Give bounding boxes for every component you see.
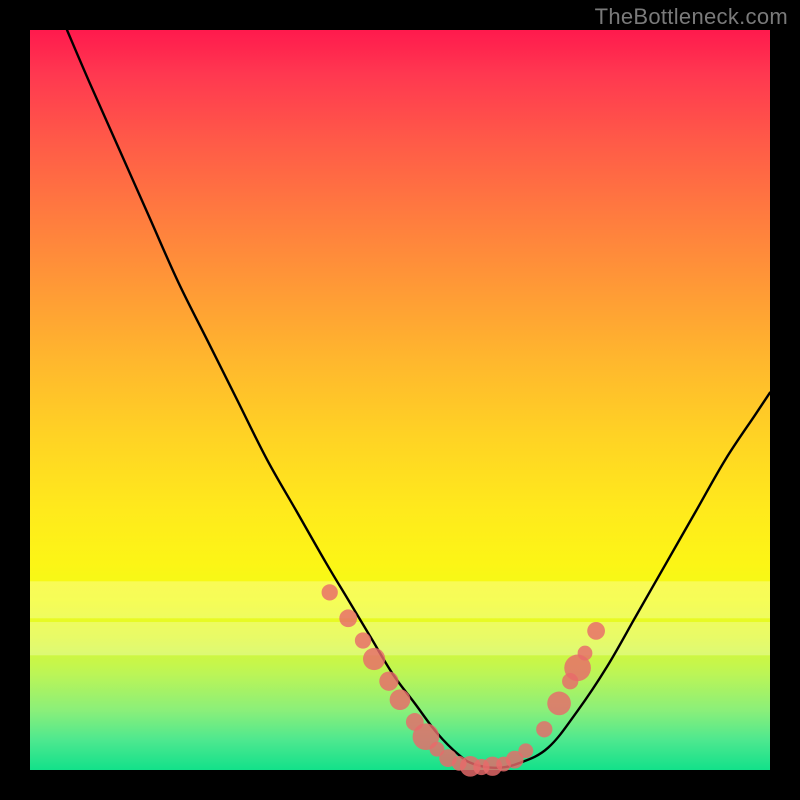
haze-band — [30, 581, 770, 618]
marker-dot — [518, 743, 533, 758]
marker-dot — [536, 721, 552, 737]
bottleneck-curve — [67, 30, 770, 768]
haze-band-group — [30, 581, 770, 655]
marker-dot — [390, 689, 411, 710]
marker-dot — [339, 609, 357, 627]
marker-dot — [322, 584, 338, 600]
marker-dot — [363, 648, 385, 670]
marker-dot — [587, 622, 605, 640]
marker-dot — [547, 692, 571, 716]
haze-band — [30, 622, 770, 655]
marker-dot — [379, 672, 398, 691]
curve-svg — [30, 30, 770, 770]
plot-area — [30, 30, 770, 770]
chart-frame: TheBottleneck.com — [0, 0, 800, 800]
attribution-label: TheBottleneck.com — [595, 4, 788, 30]
marker-dot — [355, 632, 371, 648]
marker-dot — [578, 646, 593, 661]
